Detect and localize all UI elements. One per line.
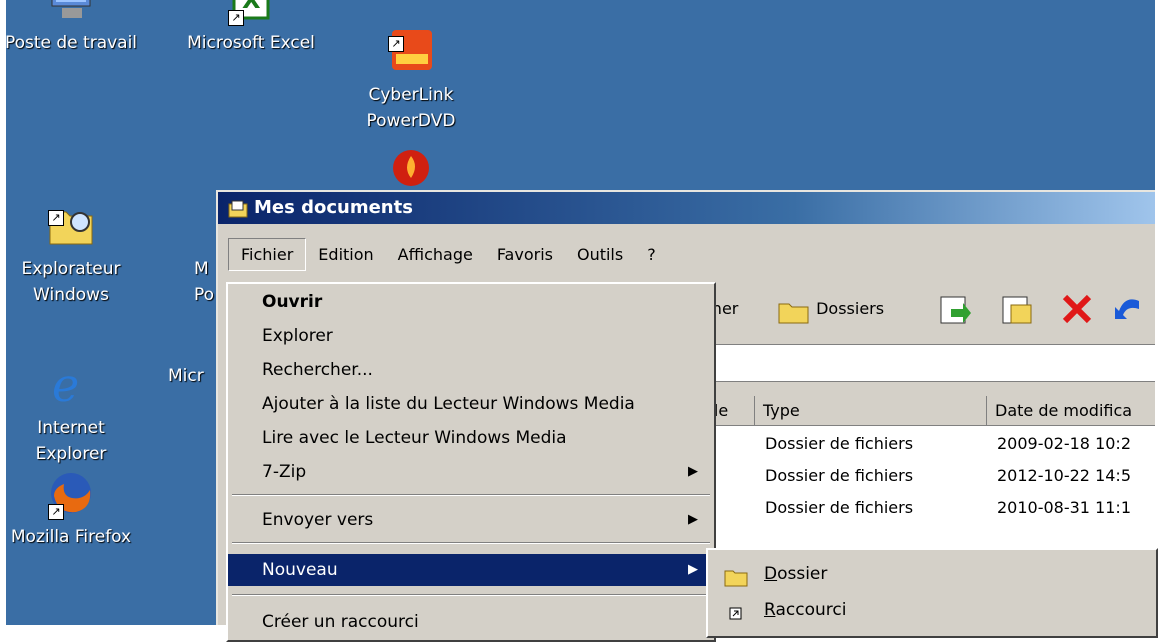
fichier-menu: Ouvrir Explorer Rechercher... Ajouter à … (226, 282, 716, 642)
computer-icon (44, 0, 98, 26)
folders-button[interactable]: Dossiers (777, 287, 917, 331)
menu-item-lire-media[interactable]: Lire avec le Lecteur Windows Media (228, 422, 714, 454)
desktop-icon-label: Explorateur Windows (21, 259, 121, 305)
svg-text:X: X (242, 0, 261, 14)
row-date[interactable]: 2009-02-18 10:2 (997, 428, 1131, 460)
delete-icon[interactable] (1059, 287, 1097, 331)
column-header-date[interactable]: Date de modifica (987, 396, 1155, 426)
menu-item-label: Nouveau (262, 560, 338, 580)
folder-documents-icon (228, 198, 248, 218)
menu-separator (232, 542, 710, 544)
submenu-item-label-accel: D (764, 564, 778, 584)
submenu-item-label: accourci (775, 600, 847, 620)
submenu-item-dossier[interactable]: Dossier (708, 556, 1156, 592)
submenu-arrow-icon: ▶ (688, 512, 698, 527)
desktop-icon-label: Mozilla Firefox (10, 527, 132, 547)
menu-separator (232, 494, 710, 496)
menu-item-ouvrir[interactable]: Ouvrir (228, 286, 714, 318)
submenu-arrow-icon: ▶ (688, 562, 698, 577)
desktop-icon-label: Microsoft Excel (187, 33, 315, 53)
menu-edition[interactable]: Edition (306, 239, 385, 270)
explorer-folder-icon: ↗ (44, 172, 98, 245)
excel-icon: X ↗ (224, 0, 278, 26)
powerdvd-icon: ↗ (384, 0, 438, 70)
menu-separator (232, 594, 710, 596)
menu-item-rechercher[interactable]: Rechercher... (228, 354, 714, 386)
menu-item-label: Envoyer vers (262, 510, 374, 530)
shortcut-arrow-icon: ↗ (228, 10, 244, 26)
menu-affichage[interactable]: Affichage (386, 239, 485, 270)
copy-to-icon[interactable] (999, 287, 1037, 331)
row-type[interactable]: Dossier de fichiers (765, 492, 913, 524)
menu-item-7zip[interactable]: 7-Zip ▶ (228, 456, 714, 488)
row-type[interactable]: Dossier de fichiers (765, 460, 913, 492)
row-date[interactable]: 2010-08-31 11:1 (997, 492, 1131, 524)
menu-bar: Fichier Edition Affichage Favoris Outils? (228, 238, 668, 272)
submenu-item-label: ossier (777, 564, 828, 584)
submenu-arrow-icon: ▶ (688, 464, 698, 479)
shortcut-arrow-icon: ↗ (48, 210, 64, 226)
folder-icon (724, 564, 748, 587)
submenu-item-label-accel: R (764, 600, 776, 620)
menu-item-explorer[interactable]: Explorer (228, 320, 714, 352)
shortcut-arrow-icon: ↗ (388, 36, 404, 52)
folders-label: Dossiers (816, 299, 885, 318)
desktop-icon-poste-de-travail[interactable]: Poste de travail (6, 0, 146, 56)
menu-help[interactable]: ? (635, 239, 668, 270)
desktop-icon-firefox[interactable]: ↗ Mozilla Firefox (6, 466, 146, 550)
folders-icon (778, 303, 809, 323)
column-header-type[interactable]: Type (755, 396, 987, 426)
desktop-icon-label: Internet Explorer (35, 418, 107, 464)
row-type[interactable]: Dossier de fichiers (765, 428, 913, 460)
row-date[interactable]: 2012-10-22 14:5 (997, 460, 1131, 492)
menu-item-ajouter-media[interactable]: Ajouter à la liste du Lecteur Windows Me… (228, 388, 714, 420)
menu-outils[interactable]: Outils (565, 239, 635, 270)
undo-icon[interactable] (1113, 287, 1143, 331)
menu-item-label: 7-Zip (262, 462, 307, 482)
menu-item-envoyer-vers[interactable]: Envoyer vers ▶ (228, 504, 714, 536)
desktop-icon-label: CyberLink PowerDVD (366, 85, 456, 131)
shortcut-icon (724, 600, 748, 620)
firefox-icon: ↗ (44, 466, 98, 520)
nouveau-submenu: Dossier Raccourci (706, 548, 1158, 638)
internet-explorer-icon: e (44, 331, 98, 412)
move-to-icon[interactable] (937, 287, 975, 331)
menu-item-nouveau[interactable]: Nouveau ▶ (228, 554, 714, 586)
desktop-icon-internet-explorer[interactable]: e Internet Explorer (6, 305, 146, 493)
submenu-item-raccourci[interactable]: Raccourci (708, 592, 1156, 628)
menu-item-creer-raccourci[interactable]: Créer un raccourci (228, 606, 714, 638)
menu-favoris[interactable]: Favoris (485, 239, 565, 270)
svg-text:e: e (52, 358, 79, 411)
window-titlebar[interactable]: Mes documents (218, 192, 1155, 224)
desktop-icon-powerdvd[interactable]: ↗ CyberLink PowerDVD (336, 0, 486, 160)
menu-fichier[interactable]: Fichier (228, 238, 307, 271)
desktop-icon-label: Poste de travail (6, 33, 138, 53)
desktop-icon-excel[interactable]: X ↗ Microsoft Excel (176, 0, 326, 56)
window-title: Mes documents (254, 197, 413, 218)
shortcut-arrow-icon: ↗ (48, 504, 64, 520)
address-bar[interactable] (703, 344, 1155, 382)
